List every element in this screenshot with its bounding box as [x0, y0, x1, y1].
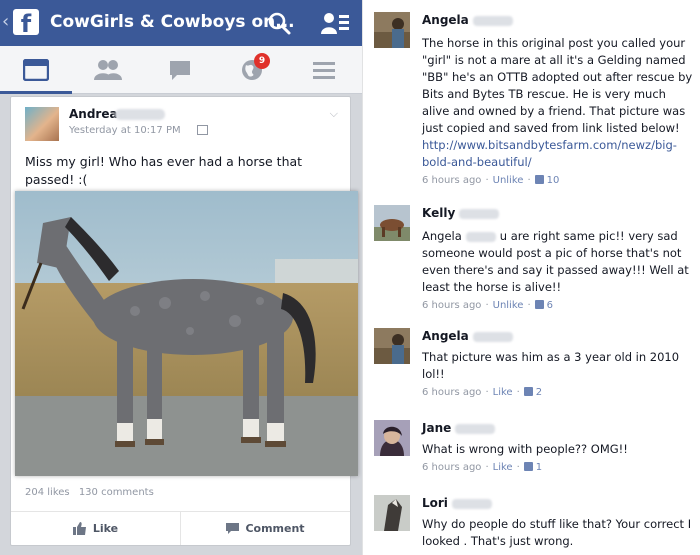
- likes-count[interactable]: 204 likes: [25, 487, 70, 498]
- comment-time: 6 hours ago: [422, 300, 482, 311]
- redacted-surname: [451, 498, 492, 509]
- comment-body: Angela The horse in this original post y…: [422, 12, 694, 189]
- avatar[interactable]: [374, 420, 410, 456]
- post-timestamp[interactable]: Yesterday at 10:17 PM: [69, 125, 181, 136]
- privacy-icon: [197, 125, 208, 135]
- redacted-surname: [455, 423, 496, 434]
- author-name[interactable]: Andrea: [69, 107, 118, 121]
- comment-link[interactable]: http://www.bitsandbytesfarm.com/newz/big…: [422, 138, 677, 169]
- comment-like-count[interactable]: 2: [536, 387, 542, 398]
- comment-like-count[interactable]: 6: [547, 300, 553, 311]
- comment-meta: 6 hours ago · Unlike · 6: [422, 300, 553, 311]
- like-link[interactable]: Like: [493, 462, 513, 473]
- comment-body: Jane What is wrong with people?? OMG!! 6…: [422, 420, 694, 476]
- tab-messages[interactable]: [144, 46, 216, 94]
- comment-text: u are right same pic!! very sad someone …: [422, 229, 689, 294]
- thumbs-up-icon: [534, 300, 544, 309]
- unlike-link[interactable]: Unlike: [493, 175, 524, 186]
- comments-count[interactable]: 130 comments: [79, 487, 154, 498]
- comment-meta: 6 hours ago · Like · 1: [422, 462, 543, 473]
- comment-meta: 6 hours ago · Unlike · 10: [422, 175, 560, 186]
- comment-meta: 6 hours ago · Like · 2: [422, 387, 543, 398]
- commenter-name[interactable]: Lori: [422, 496, 448, 510]
- newsfeed-icon: [23, 59, 49, 81]
- like-button[interactable]: Like: [11, 512, 181, 545]
- redacted-surname: [472, 15, 513, 26]
- comment-body: Kelly Angela u are right same pic!! very …: [422, 205, 694, 314]
- comment-text: What is wrong with people?? OMG!!: [422, 442, 628, 456]
- mention[interactable]: Angela: [422, 229, 462, 243]
- unlike-link[interactable]: Unlike: [493, 300, 524, 311]
- comment-time: 6 hours ago: [422, 175, 482, 186]
- friends-icon: [94, 60, 122, 80]
- comment-body: Angela That picture was him as a 3 year …: [422, 328, 694, 401]
- search-icon[interactable]: [266, 10, 292, 36]
- chevron-down-icon[interactable]: ⌵: [330, 107, 338, 121]
- redacted-surname: [115, 109, 165, 120]
- comment-text: Why do people do stuff like that? Your c…: [422, 517, 692, 548]
- tab-notifications[interactable]: 9: [216, 46, 288, 94]
- comment-text: That picture was him as a 3 year old in …: [422, 350, 680, 381]
- comment-body: Lori Why do people do stuff like that? Y…: [422, 495, 694, 550]
- redacted-surname: [472, 331, 513, 342]
- comment-button[interactable]: Comment: [181, 512, 350, 545]
- post-card: Andrea Yesterday at 10:17 PM ⌵ Miss my g…: [10, 96, 358, 546]
- page-title: CowGirls & Cowboys on...: [50, 12, 295, 32]
- messages-icon: [170, 61, 190, 80]
- notification-badge: 9: [254, 53, 270, 69]
- redacted-surname: [459, 208, 500, 219]
- avatar[interactable]: [374, 205, 410, 241]
- post-text: Miss my girl! Who has ever had a horse t…: [25, 154, 303, 187]
- comment-like-count[interactable]: 1: [536, 462, 542, 473]
- tab-menu[interactable]: [288, 46, 360, 94]
- post-photo[interactable]: [15, 191, 358, 476]
- comment-icon: [226, 522, 240, 534]
- menu-icon: [313, 62, 335, 79]
- tab-bar: 9: [0, 46, 362, 94]
- thumbs-up-icon: [72, 522, 86, 535]
- comment-time: 6 hours ago: [422, 462, 482, 473]
- friend-requests-icon[interactable]: [320, 10, 350, 36]
- thumbs-up-icon: [523, 387, 533, 396]
- comment-label: Comment: [245, 522, 305, 535]
- commenter-name[interactable]: Angela: [422, 329, 469, 343]
- top-bar: ‹ f CowGirls & Cowboys on...: [0, 0, 362, 46]
- facebook-logo[interactable]: f: [13, 9, 39, 35]
- commenter-name[interactable]: Jane: [422, 421, 451, 435]
- commenter-name[interactable]: Kelly: [422, 206, 455, 220]
- thumbs-up-icon: [523, 462, 533, 471]
- commenter-name[interactable]: Angela: [422, 13, 469, 27]
- comment-text: The horse in this original post you call…: [422, 36, 693, 135]
- like-link[interactable]: Like: [493, 387, 513, 398]
- comment-like-count[interactable]: 10: [547, 175, 560, 186]
- avatar[interactable]: [25, 107, 59, 141]
- thumbs-up-icon: [534, 175, 544, 184]
- avatar[interactable]: [374, 328, 410, 364]
- post-actions: Like Comment: [11, 511, 350, 545]
- avatar[interactable]: [374, 495, 410, 531]
- like-label: Like: [92, 522, 119, 535]
- comment-time: 6 hours ago: [422, 387, 482, 398]
- back-chevron-icon[interactable]: ‹: [2, 11, 9, 32]
- post-stats: 204 likes 130 comments: [25, 487, 160, 498]
- comments-screen: Angela The horse in this original post y…: [362, 0, 700, 555]
- post-screen: ‹ f CowGirls & Cowboys on... 9 Andrea Ye…: [0, 0, 362, 555]
- tab-friends[interactable]: [72, 46, 144, 94]
- redacted-surname: [465, 231, 496, 242]
- tab-news-feed[interactable]: [0, 46, 72, 94]
- avatar[interactable]: [374, 12, 410, 48]
